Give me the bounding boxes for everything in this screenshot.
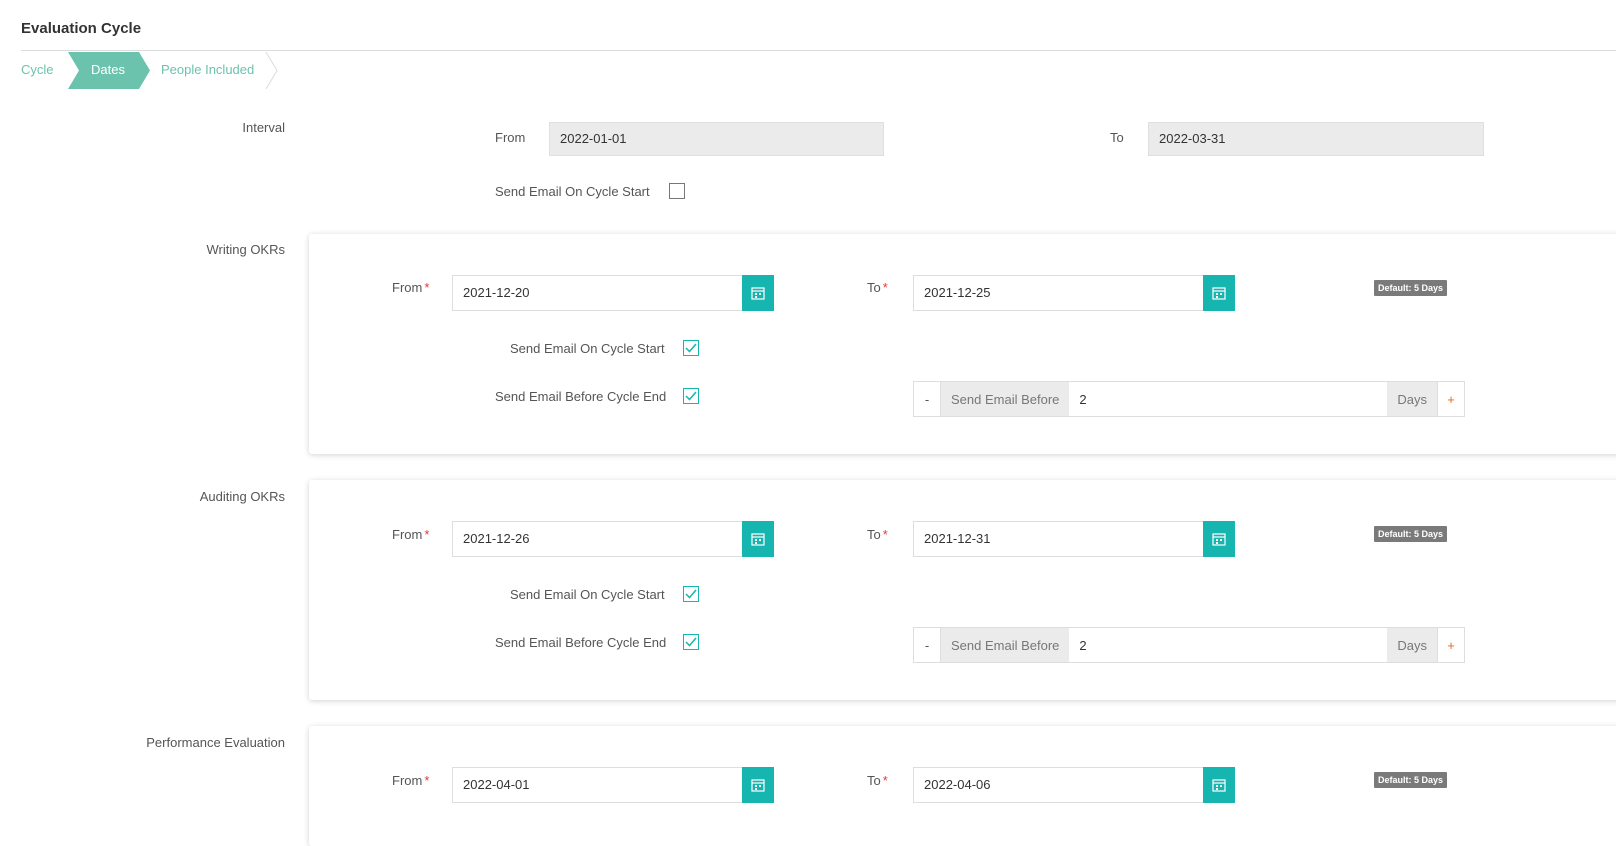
auditing-from-group: 2021-12-26 [452,521,774,557]
writing-send-start-checkbox[interactable] [683,340,699,356]
writing-stepper-value-input[interactable]: 2 [1069,382,1387,416]
auditing-send-start-checkbox[interactable] [683,586,699,602]
writing-to-group: 2021-12-25 [913,275,1235,311]
auditing-send-before-checkbox[interactable] [683,634,699,650]
calendar-icon [1212,779,1226,792]
interval-to-field[interactable]: 2022-03-31 [1148,122,1484,156]
interval-from-field[interactable]: 2022-01-01 [549,122,884,156]
writing-from-group: 2021-12-20 [452,275,774,311]
calendar-icon [751,779,765,792]
writing-to-label: To * [867,280,888,295]
writing-send-start-label: Send Email On Cycle Start [510,341,665,356]
writing-stepper-plus-button[interactable]: + [1437,382,1464,416]
writing-to-calendar-button[interactable] [1203,275,1235,311]
writing-to-input[interactable]: 2021-12-25 [913,275,1203,311]
auditing-stepper-value-input[interactable]: 2 [1069,628,1387,662]
performance-from-label: From * [392,773,430,788]
check-icon [685,637,697,647]
auditing-okrs-label: Auditing OKRs [199,489,285,504]
title-divider [21,50,1616,51]
performance-evaluation-label: Performance Evaluation [146,735,285,750]
calendar-icon [751,287,765,300]
writing-send-before-checkbox[interactable] [683,388,699,404]
interval-send-email-start-label: Send Email On Cycle Start [495,184,650,199]
writing-stepper-addon: Send Email Before [941,382,1070,416]
step-cycle[interactable]: Cycle [21,62,54,77]
performance-from-group: 2022-04-01 [452,767,774,803]
writing-stepper-unit: Days [1387,382,1437,416]
writing-from-calendar-button[interactable] [742,275,774,311]
performance-to-label: To * [867,773,888,788]
auditing-stepper-minus-button[interactable]: - [914,628,941,662]
auditing-from-label: From * [392,527,430,542]
step-dates[interactable]: Dates [91,62,125,77]
auditing-send-start-label: Send Email On Cycle Start [510,587,665,602]
auditing-stepper-addon: Send Email Before [941,628,1070,662]
auditing-send-before-stepper: - Send Email Before 2 Days + [913,627,1465,663]
writing-stepper-minus-button[interactable]: - [914,382,941,416]
check-icon [685,391,697,401]
auditing-from-calendar-button[interactable] [742,521,774,557]
auditing-to-calendar-button[interactable] [1203,521,1235,557]
step-separator [265,52,278,89]
auditing-default-days-badge: Default: 5 Days [1374,526,1448,542]
auditing-to-label: To * [867,527,888,542]
writing-okrs-label: Writing OKRs [206,242,286,257]
writing-okrs-card [309,234,1616,454]
calendar-icon [1212,533,1226,546]
wizard-steps: Cycle Dates People Included [21,52,321,89]
auditing-send-before-label: Send Email Before Cycle End [495,635,667,650]
page-title: Evaluation Cycle [21,20,142,37]
auditing-to-group: 2021-12-31 [913,521,1235,557]
calendar-icon [1212,287,1226,300]
step-people-included[interactable]: People Included [161,62,254,77]
performance-from-calendar-button[interactable] [742,767,774,803]
calendar-icon [751,533,765,546]
writing-from-input[interactable]: 2021-12-20 [452,275,742,311]
writing-default-days-badge: Default: 5 Days [1374,280,1448,296]
writing-send-before-stepper: - Send Email Before 2 Days + [913,381,1465,417]
auditing-to-input[interactable]: 2021-12-31 [913,521,1203,557]
auditing-stepper-unit: Days [1387,628,1437,662]
auditing-okrs-card [309,480,1616,700]
check-icon [685,343,697,353]
interval-label: Interval [242,120,285,135]
performance-from-input[interactable]: 2022-04-01 [452,767,742,803]
performance-to-calendar-button[interactable] [1203,767,1235,803]
interval-from-label: From [495,130,526,145]
interval-to-label: To [1110,130,1124,145]
interval-send-email-start-checkbox[interactable] [669,183,685,199]
check-icon [685,589,697,599]
performance-to-group: 2022-04-06 [913,767,1235,803]
writing-send-before-label: Send Email Before Cycle End [495,389,667,404]
performance-default-days-badge: Default: 5 Days [1374,772,1448,788]
writing-from-label: From * [392,280,430,295]
auditing-stepper-plus-button[interactable]: + [1437,628,1464,662]
auditing-from-input[interactable]: 2021-12-26 [452,521,742,557]
performance-to-input[interactable]: 2022-04-06 [913,767,1203,803]
